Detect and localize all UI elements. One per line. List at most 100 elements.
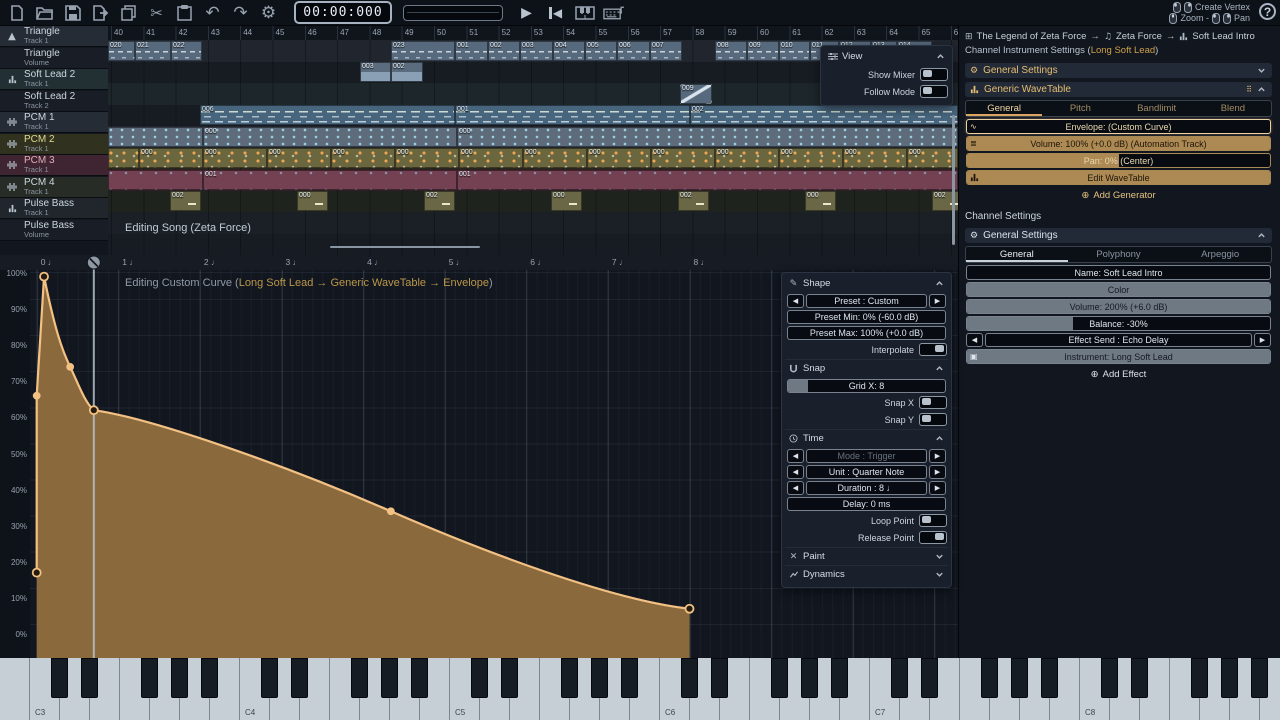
black-key-Fs6[interactable]	[771, 658, 788, 698]
section-header-shape[interactable]: ✎Shape	[785, 275, 948, 292]
undo-icon[interactable]: ↶	[202, 2, 223, 23]
help-button[interactable]: ?	[1259, 3, 1276, 20]
pattern-block-008[interactable]: 008	[715, 41, 747, 61]
section-header-dynamics[interactable]: Dynamics	[785, 565, 948, 583]
pattern-block-000[interactable]: 000	[267, 148, 331, 168]
pattern-block-000[interactable]: 000	[587, 148, 651, 168]
section-header-time[interactable]: Time	[785, 429, 948, 447]
toggle-switch[interactable]	[920, 85, 948, 98]
pattern-block-000[interactable]: 000	[395, 148, 459, 168]
pattern-block-000[interactable]: 000	[203, 127, 457, 147]
black-key-As3[interactable]	[201, 658, 218, 698]
pattern-block-000[interactable]: 000	[203, 148, 267, 168]
pattern-block-000[interactable]: 000	[651, 148, 715, 168]
black-key-Fs3[interactable]	[141, 658, 158, 698]
pattern-block[interactable]	[108, 170, 203, 190]
black-key-Gs3[interactable]	[171, 658, 188, 698]
pattern-block-005[interactable]: 005	[585, 41, 617, 61]
grid-x-slider[interactable]: Grid X: 8	[787, 379, 946, 393]
pattern-block-001[interactable]: 001	[457, 170, 958, 190]
pattern-block-002[interactable]: 002	[391, 62, 423, 82]
envelope-button[interactable]: ∿Envelope: (Custom Curve)	[966, 119, 1271, 134]
track-header-soft-lead-2-track-2[interactable]: Soft Lead 2Track 2	[0, 91, 108, 112]
black-key-Ds8[interactable]	[1131, 658, 1148, 698]
black-key-Gs4[interactable]	[381, 658, 398, 698]
seek-bar[interactable]	[403, 5, 503, 21]
pattern-block-000[interactable]: 000	[907, 148, 958, 168]
pattern-block-021[interactable]: 021	[135, 41, 171, 61]
volume-slider[interactable]: Volume: 200% (+6.0 dB)	[966, 299, 1271, 314]
pattern-block-009[interactable]: 009	[747, 41, 779, 61]
play-button[interactable]: ▶	[516, 2, 537, 23]
instrument-general-settings-header[interactable]: ⚙ General Settings	[965, 63, 1272, 78]
pattern-block-006[interactable]: 006	[617, 41, 650, 61]
preset-min-button[interactable]: Preset Min: 0% (-60.0 dB)	[787, 310, 946, 324]
pattern-block-000[interactable]: 000	[331, 148, 395, 168]
pattern-block-000[interactable]: 000	[139, 148, 203, 168]
section-header-paint[interactable]: ✕Paint	[785, 547, 948, 565]
black-key-Gs7[interactable]	[1011, 658, 1028, 698]
toggle-switch[interactable]	[919, 343, 947, 356]
pattern-block-020[interactable]: 020	[108, 41, 135, 61]
black-key-Cs5[interactable]	[471, 658, 488, 698]
effect-send-value[interactable]: Effect Send : Echo Delay	[985, 333, 1252, 347]
next-arrow-button[interactable]: ▶	[1254, 333, 1271, 347]
mode-value[interactable]: Mode : Trigger	[806, 449, 927, 463]
black-key-Cs8[interactable]	[1101, 658, 1118, 698]
breadcrumb-item[interactable]: Zeta Force	[1116, 31, 1162, 42]
pattern-block-000[interactable]: 000	[523, 148, 587, 168]
black-key-Fs4[interactable]	[351, 658, 368, 698]
pattern-block-000[interactable]: 000	[297, 191, 328, 211]
next-arrow-button[interactable]: ▶	[929, 481, 946, 495]
prev-arrow-button[interactable]: ◀	[787, 449, 804, 463]
black-key-Ds4[interactable]	[291, 658, 308, 698]
black-key-Ds5[interactable]	[501, 658, 518, 698]
settings-icon[interactable]: ⚙	[258, 2, 279, 23]
track-header-triangle-track-1[interactable]: ▲TriangleTrack 1	[0, 26, 108, 47]
prev-arrow-button[interactable]: ◀	[966, 333, 983, 347]
black-key-Fs7[interactable]	[981, 658, 998, 698]
track-header-triangle-volume[interactable]: TriangleVolume	[0, 48, 108, 69]
next-arrow-button[interactable]: ▶	[929, 449, 946, 463]
pattern-lane-9[interactable]	[108, 234, 958, 256]
edit-wavetable-slider[interactable]: Edit WaveTable	[966, 170, 1271, 185]
generator-header[interactable]: Generic WaveTable ⠿	[965, 82, 1272, 97]
track-header-pulse-bass-volume[interactable]: Pulse BassVolume	[0, 220, 108, 241]
pattern-block[interactable]	[108, 148, 139, 168]
toggle-switch[interactable]	[919, 413, 947, 426]
drag-handle-icon[interactable]: ⠿	[1246, 85, 1252, 94]
typing-keyboard-button[interactable]	[603, 2, 624, 23]
pattern-block-002[interactable]: 002	[678, 191, 709, 211]
next-arrow-button[interactable]: ▶	[929, 465, 946, 479]
preset-value[interactable]: Preset : Custom	[806, 294, 927, 308]
balance-slider[interactable]: Balance: -30%	[966, 316, 1271, 331]
black-key-As4[interactable]	[411, 658, 428, 698]
tab-bandlimit[interactable]: Bandlimit	[1119, 101, 1195, 116]
view-panel-header[interactable]: View	[824, 48, 949, 65]
tab-pitch[interactable]: Pitch	[1042, 101, 1118, 116]
black-key-As8[interactable]	[1251, 658, 1268, 698]
track-header-pulse-bass-track-1[interactable]: Pulse BassTrack 1	[0, 198, 108, 219]
toggle-switch[interactable]	[920, 68, 948, 81]
white-key-B2[interactable]	[0, 658, 30, 720]
black-key-Fs5[interactable]	[561, 658, 578, 698]
pattern-block-009[interactable]: 009	[680, 84, 712, 104]
copy-icon[interactable]	[118, 2, 139, 23]
delay-button[interactable]: Delay: 0 ms	[787, 497, 946, 511]
pattern-block-002[interactable]: 002	[690, 105, 958, 125]
track-header-pcm-2-track-1[interactable]: PCM 2Track 1	[0, 134, 108, 155]
pattern-block-000[interactable]: 000	[779, 148, 843, 168]
pattern-block-003[interactable]: 003	[520, 41, 553, 61]
envelope-time-ruler[interactable]: 0 ♩1 ♩2 ♩3 ♩4 ♩5 ♩6 ♩7 ♩8 ♩	[0, 255, 958, 271]
tab-polyphony[interactable]: Polyphony	[1068, 247, 1170, 262]
pattern-block-010[interactable]: 010	[779, 41, 810, 61]
pan-slider[interactable]: Pan: 0% (Center)	[966, 153, 1271, 168]
black-key-Cs3[interactable]	[51, 658, 68, 698]
breadcrumb[interactable]: ⊞The Legend of Zeta Force→♫Zeta Force→So…	[965, 30, 1272, 43]
save-icon[interactable]	[62, 2, 83, 23]
volume-slider[interactable]: ≣Volume: 100% (+0.0 dB) (Automation Trac…	[966, 136, 1271, 151]
toggle-switch[interactable]	[919, 396, 947, 409]
envelope-editor[interactable]: 0 ♩1 ♩2 ♩3 ♩4 ♩5 ♩6 ♩7 ♩8 ♩ 100%90%80%70…	[0, 255, 958, 658]
open-file-icon[interactable]	[34, 2, 55, 23]
black-key-Fs8[interactable]	[1191, 658, 1208, 698]
